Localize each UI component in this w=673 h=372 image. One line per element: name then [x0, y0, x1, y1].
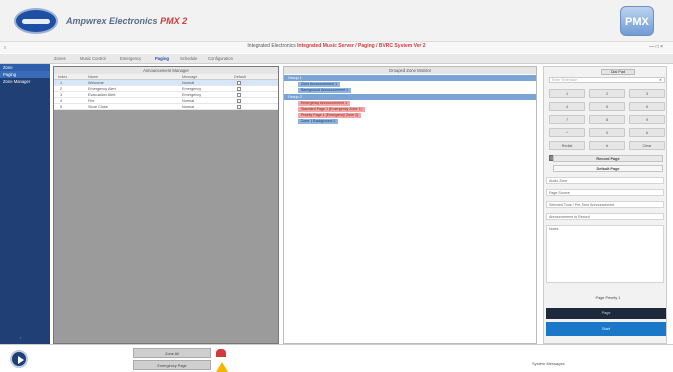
row-name: Store Close: [88, 105, 108, 109]
col-default[interactable]: Default: [234, 75, 246, 79]
key-4[interactable]: 4: [549, 102, 585, 111]
sidebar-item-zone-manager[interactable]: Zone Manager: [0, 78, 50, 85]
col-message[interactable]: Message: [182, 75, 197, 79]
record-announcement-field[interactable]: Announcement to Record: [546, 213, 664, 220]
brand-main: Ampwrex Electronics: [66, 16, 158, 26]
default-page-label: Default Page: [553, 165, 663, 172]
clear-input-icon[interactable]: ✕: [659, 78, 662, 83]
announcement-panel: Announcement Manager Index Name Message …: [53, 66, 279, 344]
row-index: 2: [60, 87, 63, 91]
key-clear[interactable]: Clear: [629, 141, 665, 150]
row-name: Fire: [88, 99, 95, 103]
emergency-page-button[interactable]: Emergency Page: [133, 360, 211, 370]
tab-bar: Zones Music Control Emergency Paging Sch…: [0, 54, 673, 64]
start-button[interactable]: Start: [546, 322, 666, 336]
record-page-button[interactable]: Record Page: [553, 155, 663, 162]
dial-pad-title: Dial Pad: [601, 69, 635, 75]
row-checkbox[interactable]: [237, 81, 241, 85]
page-button[interactable]: Page: [546, 308, 666, 319]
brand-accent: PMX 2: [160, 16, 188, 26]
tone-field[interactable]: Selected Tone / Pre-Tone Announcement: [546, 201, 664, 208]
key-8[interactable]: 8: [589, 115, 625, 124]
zone-monitor-title: Grouped Zone Monitor: [284, 67, 536, 74]
notes-area[interactable]: Notes: [546, 225, 664, 283]
product-logo: PMX: [620, 6, 654, 36]
row-index: 5: [60, 105, 63, 109]
extension-input[interactable]: Enter Extension ✕: [549, 77, 665, 83]
key-0[interactable]: 0: [589, 128, 625, 137]
row-type: Normal: [182, 105, 195, 109]
zone-all-button[interactable]: Zone All: [133, 348, 211, 358]
app-header: Ampwrex Electronics PMX 2 PMX: [0, 0, 673, 42]
company-logo: [14, 8, 58, 34]
row-type: Emergency: [182, 93, 202, 97]
notes-label: Notes: [549, 227, 559, 231]
key-7[interactable]: 7: [549, 115, 585, 124]
bottom-bar: Zone All Emergency Page System Messages: [0, 344, 673, 372]
zone-monitor-panel: Grouped Zone Monitor Group 1 Zone Announ…: [283, 66, 537, 344]
announcement-panel-title: Announcement Manager: [54, 67, 278, 74]
row-name: Emergency Alert: [88, 87, 116, 91]
row-index: 1: [60, 81, 63, 85]
table-row[interactable]: 5 Store Close Normal: [54, 104, 278, 110]
row-checkbox[interactable]: [237, 99, 241, 103]
row-type: Emergency: [182, 87, 202, 91]
row-checkbox[interactable]: [237, 87, 241, 91]
key-hash-2[interactable]: #: [589, 141, 625, 150]
zone-chip[interactable]: Emergency Announcement 1: [298, 101, 351, 106]
key-redial[interactable]: Redial: [549, 141, 585, 150]
sidebar-item-paging[interactable]: Paging: [0, 71, 50, 78]
zone-chip[interactable]: Priority Page 1 (Emergency Zone 2): [298, 113, 362, 118]
row-type: Normal: [182, 81, 195, 85]
row-checkbox[interactable]: [237, 105, 241, 109]
sidebar-item-zone[interactable]: Zone: [0, 64, 50, 71]
tab-music-control[interactable]: Music Control: [80, 56, 106, 61]
key-hash[interactable]: #: [629, 128, 665, 137]
row-checkbox[interactable]: [237, 93, 241, 97]
zone-chip[interactable]: Standard Page 1 (Emergency Zone 1): [298, 107, 365, 112]
zone-group-header[interactable]: Group 1: [284, 75, 536, 81]
alarm-bell-icon: [216, 349, 226, 357]
window-title: Integrated Electronics Integrated Music …: [0, 43, 673, 49]
key-star[interactable]: *: [549, 128, 585, 137]
row-name: Welcome: [88, 81, 104, 85]
audio-zone-field[interactable]: Audio Zone: [546, 177, 664, 184]
sidebar: Zone Paging Zone Manager ‹: [0, 64, 50, 344]
key-2[interactable]: 2: [589, 89, 625, 98]
key-9[interactable]: 9: [629, 115, 665, 124]
page-source-field[interactable]: Page Source: [546, 189, 664, 196]
page-priority-selector[interactable]: Page Priority 1: [553, 296, 663, 300]
tab-zones[interactable]: Zones: [54, 56, 66, 61]
play-icon[interactable]: [10, 350, 28, 368]
window-title-highlight: Integrated Music Server / Paging / BVRC …: [297, 43, 426, 49]
zone-chip[interactable]: Zone Announcement 1: [298, 82, 341, 87]
product-logo-text: PMX: [625, 16, 649, 28]
key-5[interactable]: 5: [589, 102, 625, 111]
tab-configuration[interactable]: Configuration: [208, 56, 233, 61]
tab-emergency[interactable]: Emergency: [120, 56, 141, 61]
row-index: 4: [60, 99, 63, 103]
dial-pad-panel: Dial Pad Enter Extension ✕ 1 2 3 4 5 6 7…: [543, 66, 667, 344]
system-messages-label[interactable]: System Messages: [532, 361, 565, 366]
row-index: 3: [60, 93, 63, 97]
window-controls[interactable]: — □ ×: [649, 44, 663, 50]
key-3[interactable]: 3: [629, 89, 665, 98]
window-title-prefix: Integrated Electronics: [247, 43, 296, 49]
row-type: Normal: [182, 99, 195, 103]
col-index[interactable]: Index: [58, 75, 67, 79]
extension-placeholder: Enter Extension: [552, 78, 578, 82]
tab-schedule[interactable]: Schedule: [180, 56, 197, 61]
zone-group-header[interactable]: Group 2: [284, 94, 536, 100]
key-1[interactable]: 1: [549, 89, 585, 98]
col-name[interactable]: Name: [88, 75, 98, 79]
sidebar-collapse-icon[interactable]: ‹: [20, 335, 21, 340]
brand-title: Ampwrex Electronics PMX 2: [66, 16, 187, 26]
zone-chip[interactable]: Background Announcement 1: [298, 88, 352, 93]
key-6[interactable]: 6: [629, 102, 665, 111]
zone-chip[interactable]: Zone 1 Background 1: [298, 119, 339, 124]
tab-paging[interactable]: Paging: [155, 56, 169, 61]
row-name: Evacuation Alert: [88, 93, 116, 97]
